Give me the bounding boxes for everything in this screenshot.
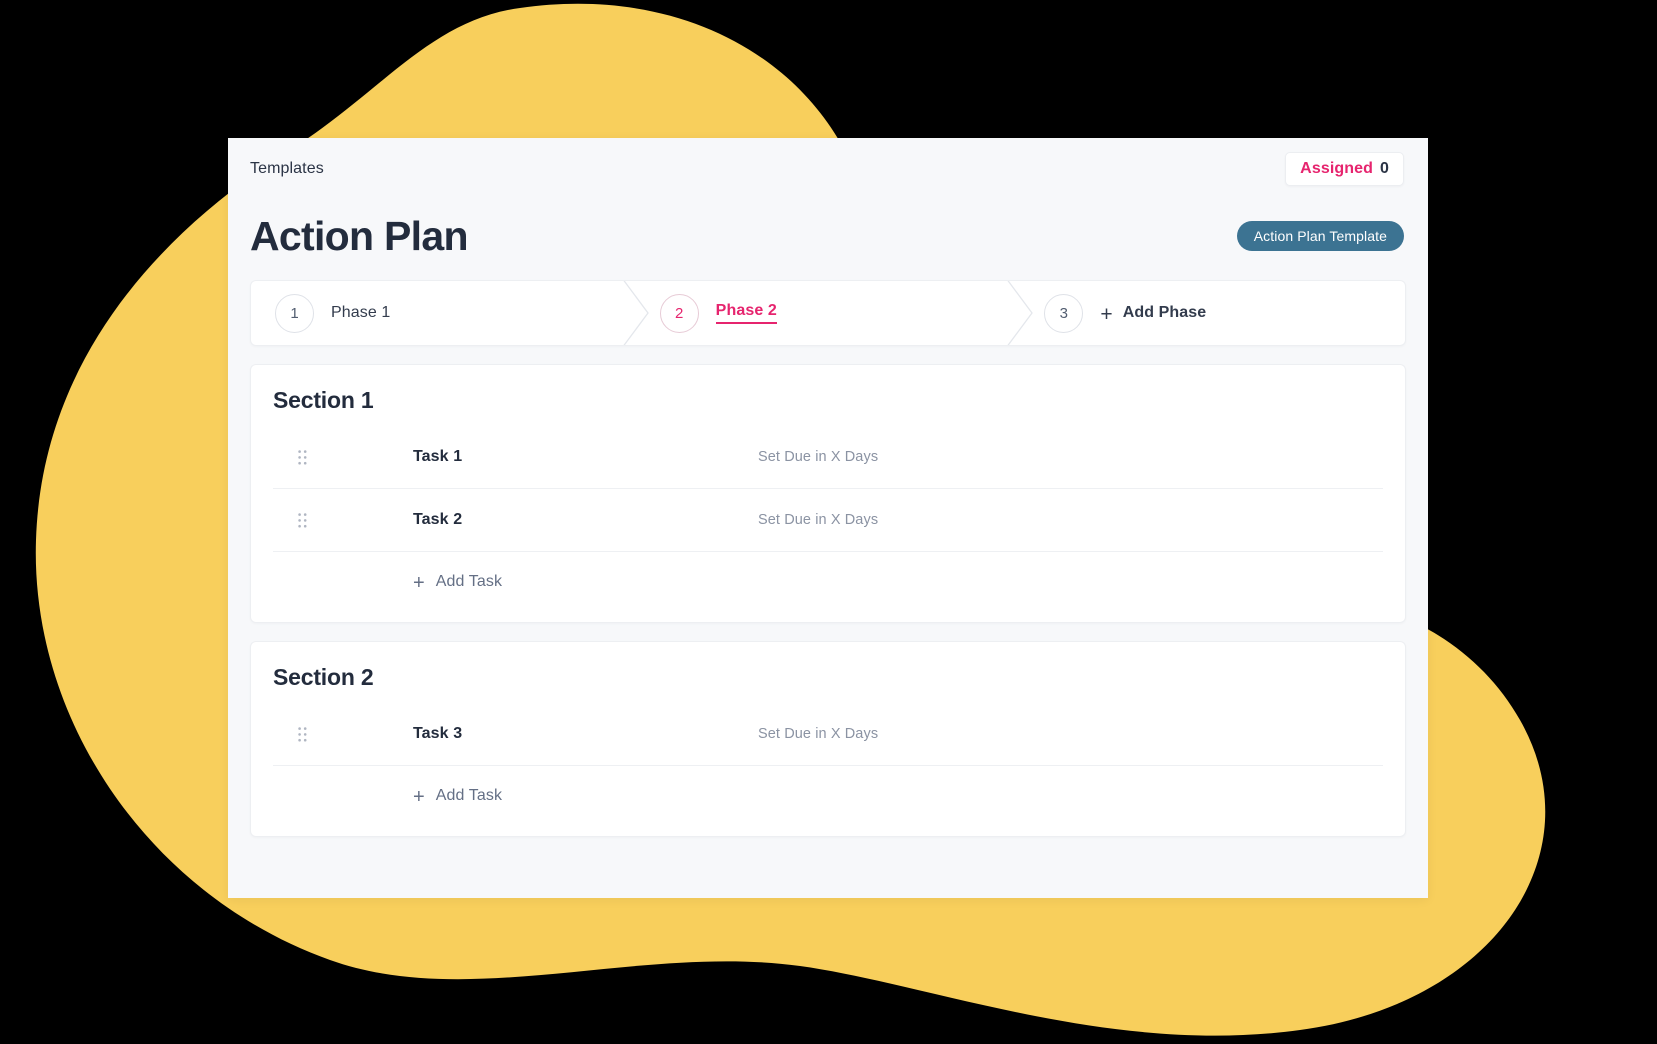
task-list-1: Task 1 Set Due in X Days Task 2 Set Due … (273, 426, 1383, 612)
section-title-1: Section 1 (273, 387, 374, 413)
assigned-count: 0 (1380, 160, 1389, 177)
phase-number-2: 2 (659, 293, 699, 333)
app-window: Templates Assigned 0 Action Plan Action … (228, 138, 1428, 898)
add-task-label: Add Task (435, 573, 503, 590)
table-row[interactable]: Task 2 Set Due in X Days (273, 489, 1383, 552)
phase-number-1: 1 (275, 293, 314, 333)
page-title: Action Plan (250, 212, 469, 259)
phase-stepper: 1 Phase 1 2 Phase 2 3 + Add Phase (250, 280, 1406, 346)
table-row[interactable]: Task 1 Set Due in X Days (273, 426, 1383, 489)
add-task-button-2[interactable]: + Add Task (273, 766, 1383, 826)
plus-icon: + (413, 786, 425, 808)
section-card-1: Section 1 Task 1 Set Due in X Days Task … (250, 364, 1406, 623)
add-task-label-wrap: + Add Task (413, 786, 503, 808)
section-title-2: Section 2 (273, 664, 374, 690)
task-name[interactable]: Task 2 (413, 511, 758, 529)
title-bar: Action Plan Action Plan Template (228, 200, 1428, 272)
add-task-button-1[interactable]: + Add Task (273, 552, 1383, 612)
task-due-setter[interactable]: Set Due in X Days (758, 449, 878, 465)
plus-icon: + (413, 572, 425, 594)
add-phase-button[interactable]: + Add Phase (1100, 302, 1207, 326)
add-task-label: Add Task (435, 787, 503, 804)
drag-handle-icon[interactable] (289, 726, 315, 742)
task-due-setter[interactable]: Set Due in X Days (758, 726, 878, 742)
phase-label-1: Phase 1 (331, 304, 391, 321)
phase-step-1[interactable]: 1 Phase 1 (251, 281, 636, 345)
plus-icon: + (1100, 302, 1113, 326)
assigned-badge[interactable]: Assigned 0 (1285, 152, 1404, 186)
breadcrumb[interactable]: Templates (250, 160, 324, 178)
phase-step-add-phase[interactable]: 3 + Add Phase (1020, 281, 1405, 345)
window-header-bar: Templates Assigned 0 (228, 138, 1428, 200)
add-phase-label: Add Phase (1122, 304, 1207, 321)
section-card-2: Section 2 Task 3 Set Due in X Days + Add… (250, 641, 1406, 837)
phase-number-3: 3 (1044, 293, 1084, 333)
task-due-setter[interactable]: Set Due in X Days (758, 512, 878, 528)
task-name[interactable]: Task 3 (413, 725, 758, 743)
drag-handle-icon[interactable] (289, 512, 315, 528)
assigned-label: Assigned (1300, 160, 1373, 177)
task-list-2: Task 3 Set Due in X Days + Add Task (273, 703, 1383, 826)
phase-label-2: Phase 2 (715, 302, 777, 324)
template-type-badge[interactable]: Action Plan Template (1236, 221, 1404, 251)
drag-handle-icon[interactable] (289, 449, 315, 465)
phase-step-2[interactable]: 2 Phase 2 (636, 281, 1021, 345)
task-name[interactable]: Task 1 (413, 448, 758, 466)
table-row[interactable]: Task 3 Set Due in X Days (273, 703, 1383, 766)
add-task-label-wrap: + Add Task (413, 572, 503, 594)
